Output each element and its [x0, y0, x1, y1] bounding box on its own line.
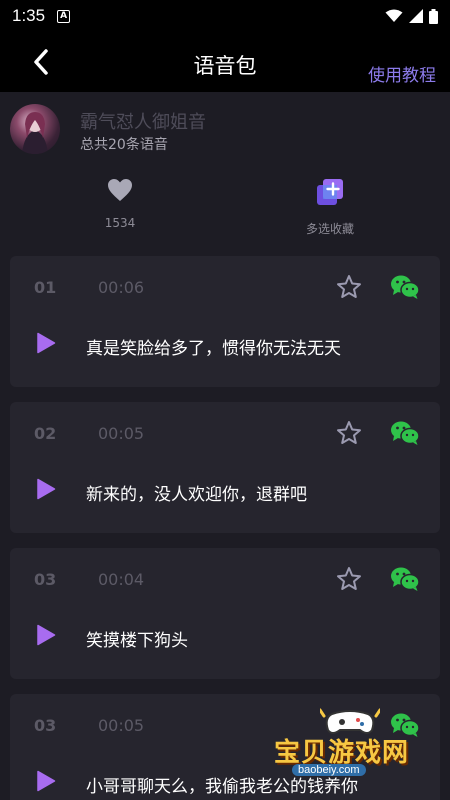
favorite-star-icon[interactable] [336, 274, 362, 300]
like-count: 1534 [104, 216, 136, 230]
voice-number: 03 [34, 570, 57, 589]
wechat-share-icon[interactable] [390, 420, 420, 446]
battery-icon [429, 8, 438, 24]
watermark-url: baobeiy.com [292, 764, 366, 776]
voice-duration: 00:06 [98, 278, 145, 297]
multi-collect-label: 多选收藏 [305, 222, 354, 236]
voice-card: 03 00:04 笑摸楼下狗头 [10, 548, 440, 679]
play-icon[interactable] [36, 770, 56, 792]
play-icon[interactable] [36, 624, 56, 646]
multi-select-add-icon [317, 179, 343, 205]
status-time: 1:35 [12, 6, 46, 25]
like-button[interactable]: 1534 [60, 178, 180, 230]
wechat-share-icon[interactable] [390, 566, 420, 592]
cellular-signal-icon [409, 9, 423, 23]
voice-duration: 00:05 [98, 424, 145, 443]
status-icons [385, 8, 438, 24]
wifi-icon [385, 9, 403, 22]
status-notification-icon: A [57, 9, 71, 23]
voice-card: 01 00:06 真是笑脸给多了，惯得你无法无天 [10, 256, 440, 387]
voice-text: 真是笑脸给多了，惯得你无法无天 [86, 339, 341, 359]
nav-bar: 语音包 使用教程 [0, 32, 450, 92]
voice-number: 03 [34, 716, 57, 735]
favorite-star-icon[interactable] [336, 420, 362, 446]
voice-duration: 00:05 [98, 716, 145, 735]
voice-count: 总共20条语音 [80, 137, 168, 153]
watermark-logo: 宝贝游戏网 baobeiy.com [268, 706, 428, 786]
voice-text: 新来的，没人欢迎你，退群吧 [86, 485, 307, 505]
avatar-image [22, 112, 48, 154]
avatar [10, 104, 60, 154]
status-bar: 1:35 A [0, 0, 450, 32]
play-icon[interactable] [36, 332, 56, 354]
voice-card: 02 00:05 新来的，没人欢迎你，退群吧 [10, 402, 440, 533]
heart-icon [108, 179, 132, 201]
voice-number: 02 [34, 424, 57, 443]
voice-pack-header: 霸气怼人御姐音 总共20条语音 [0, 92, 450, 164]
wechat-share-icon[interactable] [390, 274, 420, 300]
favorite-star-icon[interactable] [336, 566, 362, 592]
voice-duration: 00:04 [98, 570, 145, 589]
play-icon[interactable] [36, 478, 56, 500]
voice-pack-name: 霸气怼人御姐音 [80, 112, 206, 133]
voice-text: 笑摸楼下狗头 [86, 631, 188, 651]
voice-number: 01 [34, 278, 57, 297]
multi-collect-button[interactable]: 多选收藏 [270, 178, 390, 237]
tutorial-link[interactable]: 使用教程 [368, 61, 436, 86]
